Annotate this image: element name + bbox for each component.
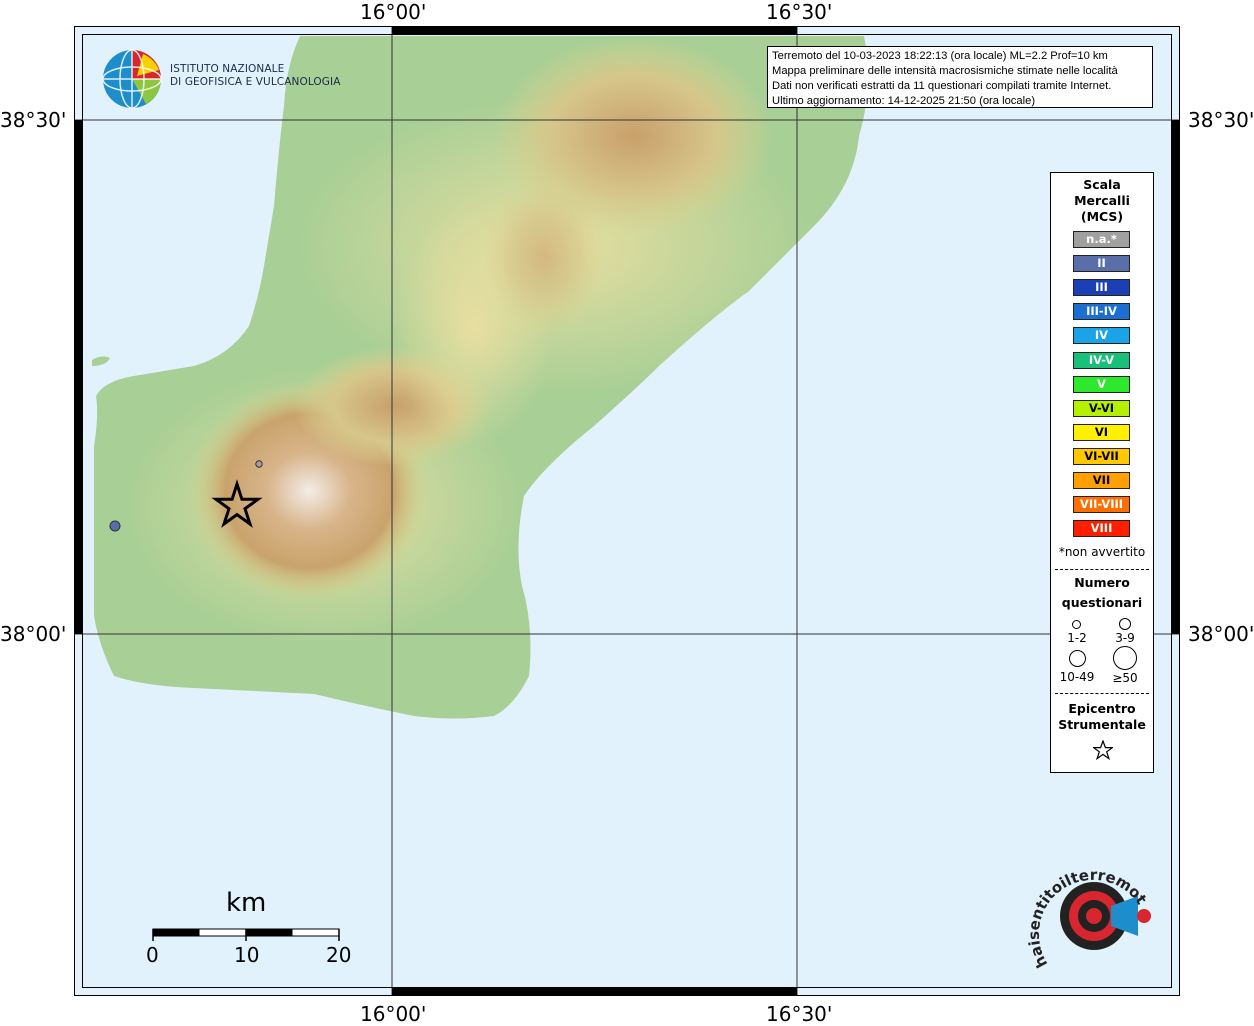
tick-right-38-30: 38°30' [1188, 108, 1254, 132]
legend-swatch-v: V [1073, 376, 1130, 393]
legend-epicenter-title-1: Epicentro [1068, 701, 1136, 716]
legend-title-mercalli: Mercalli [1074, 193, 1130, 208]
size-circle-10-49 [1069, 650, 1086, 667]
tick-top-16-30: 16°30' [766, 0, 833, 24]
legend-swatch-vi-vii: VI-VII [1073, 448, 1130, 465]
size-label-1-2: 1-2 [1067, 631, 1087, 645]
ingv-line-2: DI GEOFISICA E VULCANOLOGIA [170, 76, 341, 88]
observation-point[interactable] [109, 520, 121, 532]
tick-bottom-16-30: 16°30' [766, 1002, 833, 1026]
legend-separator [1055, 569, 1149, 570]
event-info-line-3: Dati non verificati estratti da 11 quest… [772, 80, 1112, 92]
legend-title-mcs: (MCS) [1080, 209, 1124, 224]
scale-label-20: 20 [326, 943, 352, 967]
size-label-50-plus: ≥50 [1112, 671, 1138, 685]
ingv-line-1: ISTITUTO NAZIONALE [170, 63, 285, 75]
legend-swatch-iv: IV [1073, 327, 1130, 344]
legend-swatch-ii: II [1073, 255, 1130, 272]
intensity-legend: Scala Mercalli (MCS) n.a.* II III III-IV IV I… [1050, 172, 1154, 773]
tick-left-38-00: 38°00' [0, 622, 67, 646]
observation-point[interactable] [255, 460, 263, 468]
event-info-line-4: Ultimo aggiornamento: 14-12-2025 21:50 (… [772, 95, 1036, 107]
legend-swatch-viii: VIII [1073, 520, 1130, 537]
legend-swatch-iii-iv: III-IV [1073, 303, 1130, 320]
tick-left-38-30: 38°30' [0, 108, 67, 132]
scale-label-0: 0 [146, 943, 159, 967]
event-info-line-2: Mappa preliminare delle intensità macros… [772, 65, 1118, 77]
haisentito-logo: haisentitoilterremoto.it [1026, 852, 1151, 971]
tick-right-38-00: 38°00' [1188, 622, 1254, 646]
size-circle-50-plus [1113, 646, 1137, 670]
legend-swatch-vii-viii: VII-VIII [1073, 496, 1130, 513]
legend-swatch-vi: VI [1073, 424, 1130, 441]
size-circle-1-2 [1072, 620, 1081, 629]
event-info-line-1: Terremoto del 10-03-2023 18:22:13 (ora l… [772, 50, 1108, 62]
event-info-box: Terremoto del 10-03-2023 18:22:13 (ora l… [767, 46, 1153, 108]
legend-swatch-iv-v: IV-V [1073, 352, 1130, 369]
size-label-3-9: 3-9 [1115, 631, 1135, 645]
ingv-logo-text: ISTITUTO NAZIONALE DI GEOFISICA E VULCAN… [170, 63, 341, 89]
scale-bar-unit: km [226, 888, 267, 918]
legend-star-icon [1093, 740, 1113, 760]
size-label-10-49: 10-49 [1059, 670, 1095, 684]
legend-swatch-iii: III [1073, 279, 1130, 296]
scale-bar [152, 928, 340, 941]
legend-epicenter-title-2: Strumentale [1058, 717, 1146, 732]
legend-questionnaires-title-1: Numero [1074, 575, 1130, 590]
map-frame [74, 26, 1180, 996]
ingv-globe-icon [102, 49, 162, 109]
scale-label-10: 10 [234, 943, 260, 967]
legend-not-felt-note: *non avvertito [1058, 545, 1146, 559]
legend-swatch-n-a: n.a.* [1073, 231, 1130, 248]
tick-bottom-16-00: 16°00' [360, 1002, 427, 1026]
legend-separator [1055, 693, 1149, 694]
legend-questionnaires-title-2: questionari [1061, 595, 1143, 610]
tick-top-16-00: 16°00' [360, 0, 427, 24]
legend-swatch-vii: VII [1073, 472, 1130, 489]
size-circle-3-9 [1119, 618, 1131, 630]
legend-title-scala: Scala [1083, 177, 1121, 192]
legend-swatch-v-vi: V-VI [1073, 400, 1130, 417]
